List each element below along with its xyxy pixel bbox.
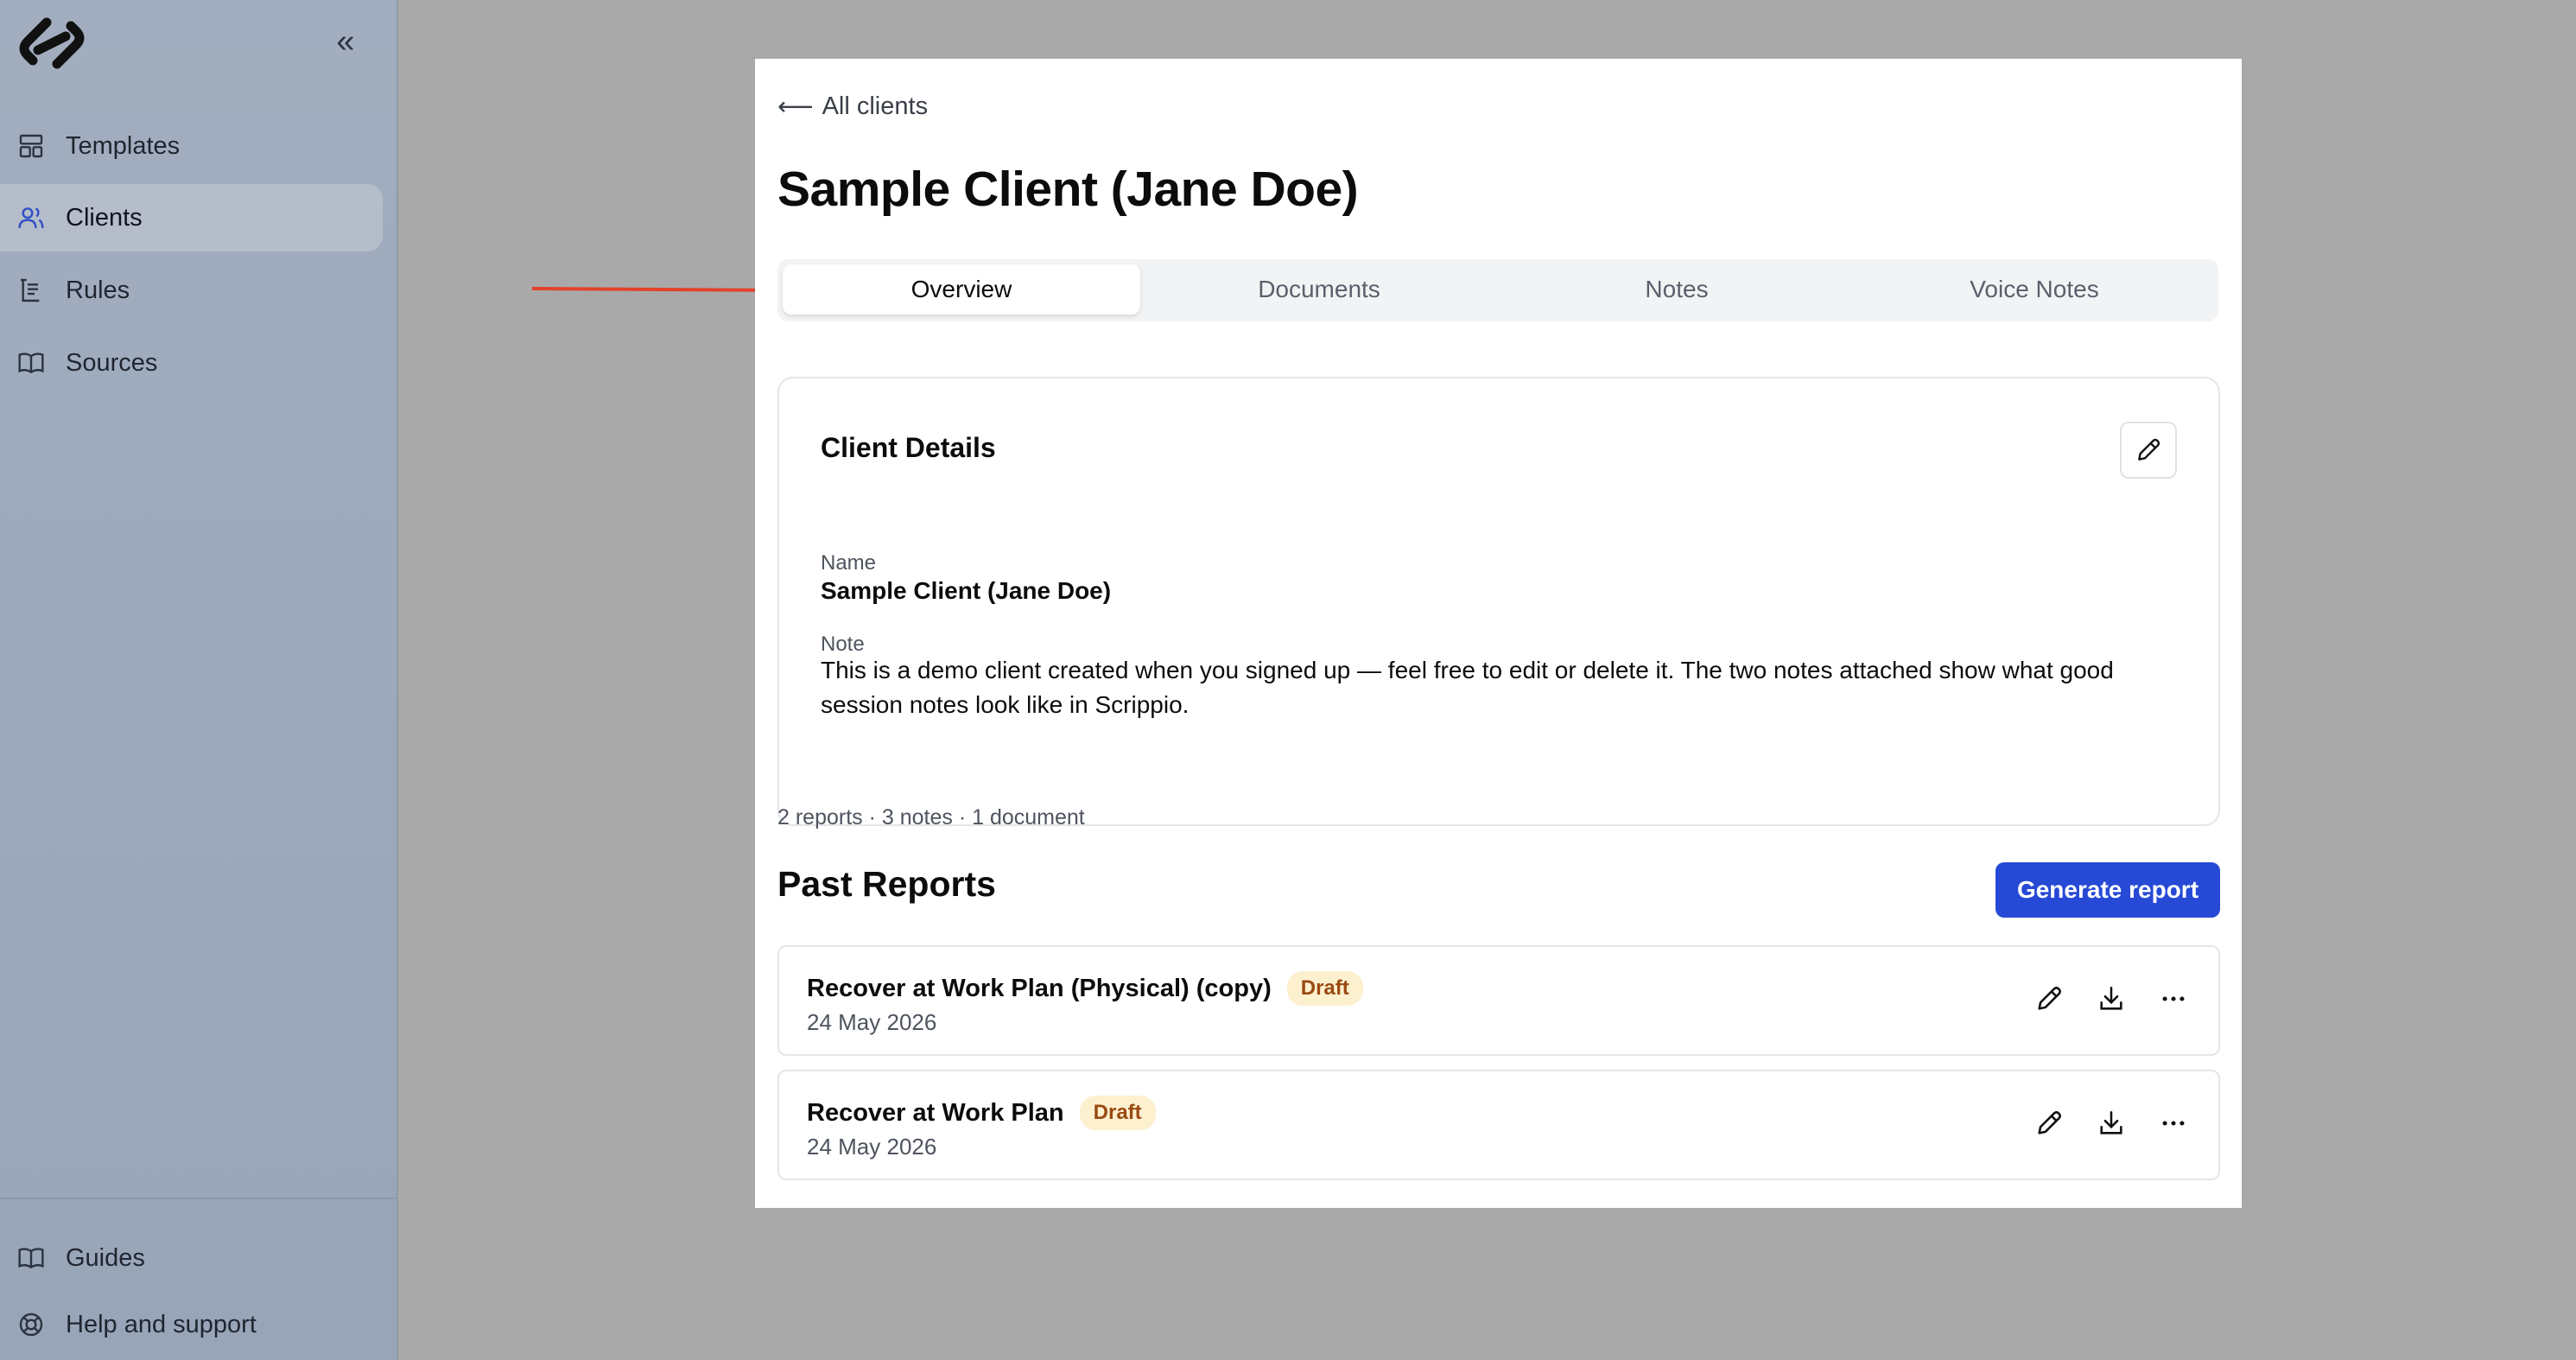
past-reports-title: Past Reports — [777, 864, 996, 904]
tab-bar: Overview Documents Notes Voice Notes — [777, 259, 2218, 321]
sidebar-item-guides[interactable]: Guides — [0, 1224, 383, 1292]
report-date: 24 May 2026 — [807, 1134, 937, 1160]
tab-overview[interactable]: Overview — [783, 264, 1140, 315]
book-icon — [18, 353, 44, 374]
sidebar-item-clients[interactable]: Clients — [0, 184, 383, 251]
users-icon — [18, 207, 44, 229]
tab-voice-notes[interactable]: Voice Notes — [1856, 264, 2213, 315]
download-icon — [2100, 986, 2122, 1010]
back-to-clients-link[interactable]: ⟵ All clients — [777, 92, 928, 122]
sidebar-item-label: Guides — [66, 1243, 145, 1272]
more-horizontal-icon — [2162, 996, 2185, 1001]
note-value: This is a demo client created when you s… — [821, 657, 2114, 718]
pencil-icon — [2138, 438, 2160, 461]
sidebar-item-rules[interactable]: Rules — [0, 257, 383, 324]
more-options-button[interactable] — [2154, 1104, 2192, 1142]
rules-icon — [21, 278, 40, 302]
lifebuoy-icon — [19, 1312, 43, 1337]
report-row[interactable]: Recover at Work Plan Draft 24 May 2026 — [777, 1070, 2220, 1180]
sidebar-item-help[interactable]: Help and support — [0, 1291, 383, 1358]
generate-report-button[interactable]: Generate report — [1995, 862, 2220, 918]
client-details-title: Client Details — [821, 432, 996, 463]
sidebar-item-label: Help and support — [66, 1310, 257, 1338]
report-title[interactable]: Recover at Work Plan (Physical) (copy) — [807, 975, 1272, 1003]
client-details-card: Client Details Name Sample Client (Jane … — [777, 377, 2220, 826]
download-report-button[interactable] — [2092, 980, 2130, 1018]
download-report-button[interactable] — [2092, 1104, 2130, 1142]
arrow-left-icon: ⟵ — [777, 93, 814, 121]
sidebar-item-templates[interactable]: Templates — [0, 112, 383, 180]
page-title: Sample Client (Jane Doe) — [777, 162, 1359, 217]
download-icon — [2100, 1110, 2122, 1134]
edit-client-button[interactable] — [2120, 422, 2177, 479]
sidebar-item-label: Templates — [66, 131, 181, 160]
report-row[interactable]: Recover at Work Plan (Physical) (copy) D… — [777, 945, 2220, 1056]
app-logo[interactable] — [12, 16, 92, 71]
more-options-button[interactable] — [2154, 980, 2192, 1018]
edit-report-button[interactable] — [2030, 1104, 2068, 1142]
pencil-icon — [2038, 986, 2062, 1010]
sidebar-item-label: Rules — [66, 276, 130, 304]
templates-icon — [19, 134, 43, 158]
collapse-sidebar-icon[interactable]: « — [328, 24, 363, 59]
edit-report-button[interactable] — [2030, 980, 2068, 1018]
tab-documents[interactable]: Documents — [1140, 264, 1498, 315]
pencil-icon — [2038, 1110, 2062, 1134]
status-badge: Draft — [1079, 1096, 1156, 1130]
client-panel: ⟵ All clients Sample Client (Jane Doe) O… — [755, 59, 2242, 1208]
sidebar-divider — [0, 1198, 397, 1199]
name-label: Name — [821, 551, 877, 575]
sidebar-item-label: Sources — [66, 348, 158, 377]
report-date: 24 May 2026 — [807, 1009, 937, 1035]
report-title[interactable]: Recover at Work Plan — [807, 1099, 1064, 1128]
client-summary-counts: 2 reports · 3 notes · 1 document — [777, 805, 1085, 829]
status-badge: Draft — [1286, 971, 1363, 1006]
name-value: Sample Client (Jane Doe) — [821, 577, 1112, 604]
sidebar: « Templates Clients Rules Sources Guides — [0, 0, 398, 1360]
tab-notes[interactable]: Notes — [1498, 264, 1856, 315]
sidebar-item-label: Clients — [66, 203, 143, 232]
back-link-label: All clients — [822, 92, 929, 120]
more-horizontal-icon — [2162, 1121, 2185, 1126]
book-open-icon — [18, 1248, 44, 1269]
sidebar-item-sources[interactable]: Sources — [0, 329, 383, 397]
